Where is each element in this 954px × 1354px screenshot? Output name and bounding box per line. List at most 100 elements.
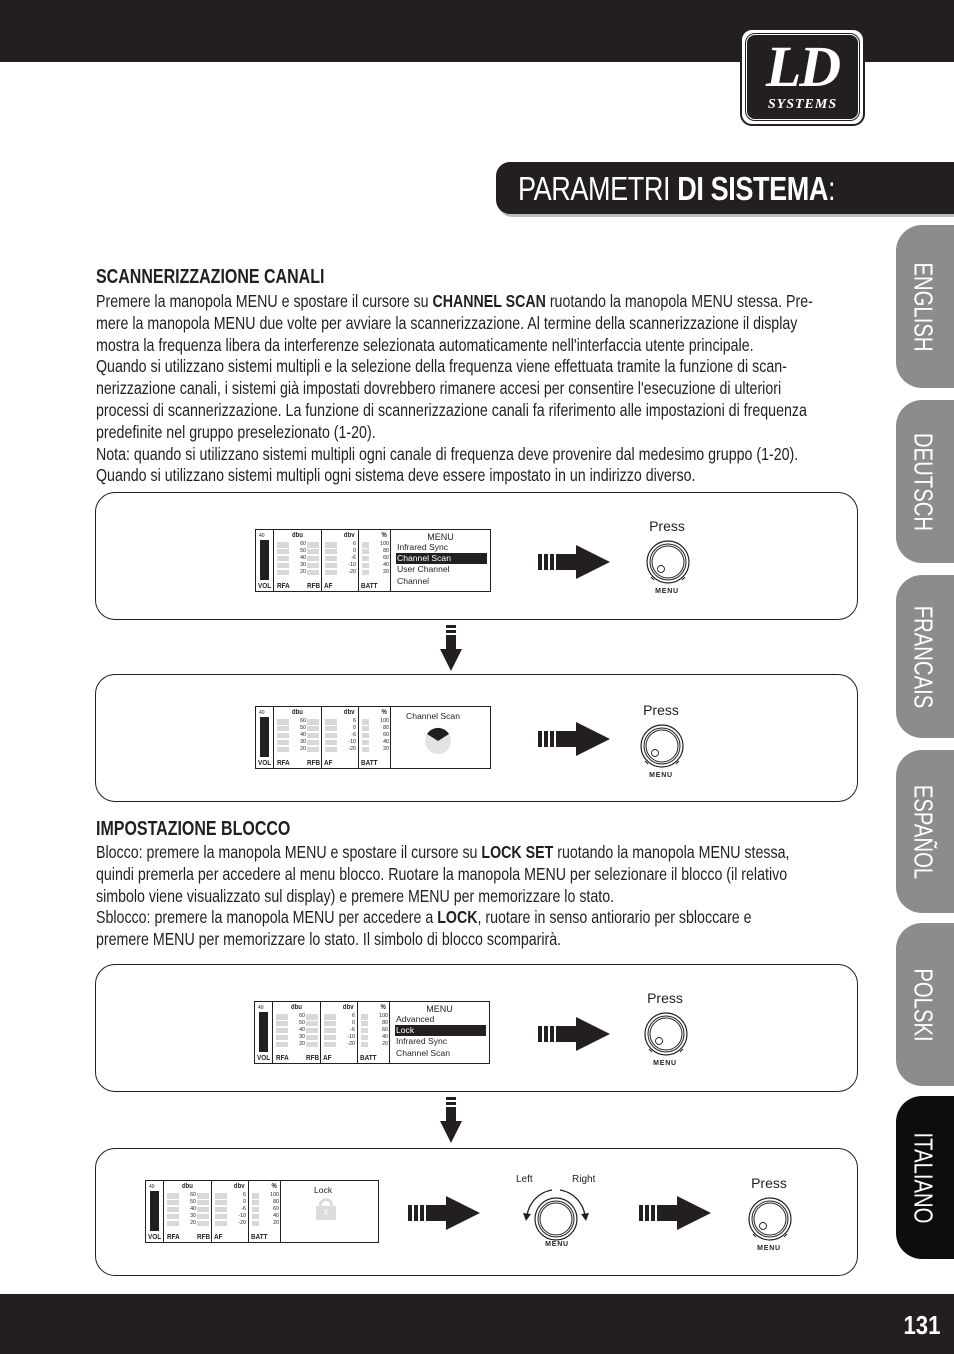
page-title-bar: PARAMETRI DI SISTEMA:: [496, 162, 954, 214]
level-meter: [361, 1014, 368, 1048]
knob-label: MENU: [653, 1060, 677, 1067]
menu-item[interactable]: Infrared Sync: [390, 1036, 489, 1047]
text-line: nerizzazione canali, i sistemi già impos…: [96, 378, 782, 399]
section-title-lock: IMPOSTAZIONE BLOCCO: [96, 818, 291, 840]
knob-action-label: Press: [647, 990, 683, 1006]
menu-list: MENU Infrared Sync Channel Scan User Channe…: [391, 530, 490, 591]
scale-ticks: 6 0 -6 -10 -20: [348, 718, 356, 752]
menu-item[interactable]: Channel: [391, 576, 490, 587]
menu-knob-press[interactable]: Press MENU: [635, 990, 695, 1074]
scale-ticks: 6 0 -6 -10 -20: [238, 1192, 246, 1226]
knob-label: MENU: [649, 772, 673, 779]
menu-knob-press[interactable]: Press MENU: [631, 702, 691, 786]
text-line: Quando si utilizzano sistemi multipli og…: [96, 465, 696, 486]
knob-label: MENU: [757, 1245, 781, 1252]
menu-title: MENU: [427, 532, 454, 542]
arrow-right-icon: [538, 1017, 610, 1051]
rf-meter: dbu 60 50 40 30 20 RFA RFB: [274, 530, 322, 591]
level-meter: [362, 542, 369, 576]
text-line: simbolo viene visualizzato sul display) …: [96, 885, 615, 906]
section-body-lock: Blocco: premere la manopola MENU e spost…: [96, 842, 859, 951]
af-meter: dbv 6 0 -6 -10 -20 AF: [322, 707, 359, 768]
vol-meter: 40 VOL: [255, 1002, 273, 1063]
knob-icon: [640, 724, 684, 768]
arrow-right-icon: [639, 1196, 711, 1230]
lock-screen: Lock X: [281, 1181, 378, 1242]
level-meter: [362, 719, 369, 753]
scale-ticks: 100 80 60 40 20: [270, 1192, 279, 1226]
tab-deutsch[interactable]: DEUTSCH: [896, 400, 954, 563]
lock-icon: X: [316, 1198, 336, 1220]
knob-icon: [748, 1197, 792, 1241]
menu-list: MENU Advanced Lock Infrared Sync Channel Sca…: [390, 1002, 489, 1063]
tab-espanol[interactable]: ESPAÑOL: [896, 750, 954, 913]
vol-meter: 40 VOL: [146, 1181, 164, 1242]
menu-item[interactable]: Lock: [395, 1025, 486, 1037]
text-line: Blocco: premere la manopola MENU e spost…: [96, 842, 790, 862]
scale-ticks: 100 80 60 40 20: [380, 718, 389, 752]
knob-icon: [644, 1012, 688, 1056]
scale-ticks: 60 50 40 30 20: [300, 718, 306, 752]
knob-action-label: Press: [649, 518, 685, 534]
af-meter: dbv 6 0 -6 -10 -20 AF: [322, 530, 359, 591]
text-line: Sblocco: premere la manopola MENU per ac…: [96, 907, 752, 928]
scan-screen: Channel Scan: [391, 707, 490, 768]
rotate-right-label: Right: [572, 1174, 596, 1185]
scale-ticks: 60 50 40 30 20: [300, 541, 306, 575]
menu-item[interactable]: Advanced: [390, 1014, 489, 1025]
arrow-down-icon: [440, 1097, 462, 1143]
battery-meter: % 100 80 60 40 20 BATT: [361, 530, 391, 591]
knob-label: MENU: [655, 588, 679, 595]
rf-meter: dbu 60 50 40 30 20 RFA RFB: [274, 707, 322, 768]
arrow-right-icon: [408, 1196, 480, 1230]
scale-ticks: 100 80 60 40 20: [379, 1013, 388, 1047]
logo-mark: LD: [765, 34, 841, 99]
text-line: mere la manopola MENU due volte per avvi…: [96, 312, 798, 333]
rotate-arrows-icon: [523, 1189, 589, 1241]
text-line: Premere la manopola MENU e spostare il c…: [96, 291, 813, 311]
battery-meter: % 100 80 60 40 20 BATT: [360, 1002, 390, 1063]
battery-meter: % 100 80 60 40 20 BATT: [361, 707, 391, 768]
arrow-right-icon: [538, 722, 610, 756]
volume-bar: [260, 717, 269, 757]
menu-item[interactable]: Infrared Sync: [391, 542, 490, 553]
vol-meter: 40 VOL: [256, 707, 274, 768]
menu-item[interactable]: Channel Scan: [390, 1048, 489, 1059]
menu-knob-rotate[interactable]: Left Right MENU: [515, 1172, 605, 1256]
menu-item[interactable]: User Channel: [391, 564, 490, 575]
menu-knob-press[interactable]: Press MENU: [739, 1175, 799, 1259]
lcd-display: 40 VOL dbu 60 50 40 30 20 RFA RFB dbv 6 0 -6 -10 -20 AF%…: [254, 1001, 490, 1064]
knob-action-label: Press: [751, 1175, 787, 1191]
text-line: mostra la frequenza libera da interferen…: [96, 334, 754, 355]
page-title: PARAMETRI DI SISTEMA:: [518, 170, 836, 207]
lcd-display: 40 VOL dbu 60 50 40 30 20 RFA RFB dbv 6 0 -6 -10 -20 AF%…: [145, 1180, 379, 1243]
tab-italiano[interactable]: ITALIANO: [896, 1096, 954, 1259]
rf-meter: dbu 60 50 40 30 20 RFA RFB: [164, 1181, 212, 1242]
tab-polski[interactable]: POLSKI: [896, 923, 954, 1086]
battery-meter: % 100 80 60 40 20 BATT: [251, 1181, 281, 1242]
bottom-bar: [0, 1294, 954, 1354]
level-meter: [306, 1014, 318, 1048]
volume-bar: [150, 1191, 159, 1231]
scanning-progress-icon: [425, 727, 451, 754]
screen-title: Channel Scan: [406, 711, 460, 721]
page-number: 131: [903, 1310, 940, 1340]
scale-ticks: 100 80 60 40 20: [380, 541, 389, 575]
arrow-right-icon: [538, 545, 610, 579]
logo-subtext: SYSTEMS: [767, 97, 838, 112]
tab-francais[interactable]: FRANCAIS: [896, 575, 954, 738]
section-body-channel-scan: Premere la manopola MENU e spostare il c…: [96, 291, 859, 487]
text-line: premere MENU per memorizzare lo stato. I…: [96, 929, 562, 950]
tab-english[interactable]: ENGLISH: [896, 225, 954, 388]
volume-bar: [260, 540, 269, 580]
af-meter: dbv 6 0 -6 -10 -20 AF: [212, 1181, 249, 1242]
arrow-down-icon: [440, 625, 462, 671]
text-line: quindi premerla per accedere al menu blo…: [96, 863, 788, 884]
knob-icon: [646, 540, 690, 584]
menu-title: MENU: [426, 1004, 453, 1014]
scale-ticks: 60 50 40 30 20: [190, 1192, 196, 1226]
menu-knob-press[interactable]: Press MENU: [637, 518, 697, 602]
menu-item[interactable]: Channel Scan: [396, 553, 487, 565]
vol-meter: 40 VOL: [256, 530, 274, 591]
level-meter: [307, 719, 319, 753]
